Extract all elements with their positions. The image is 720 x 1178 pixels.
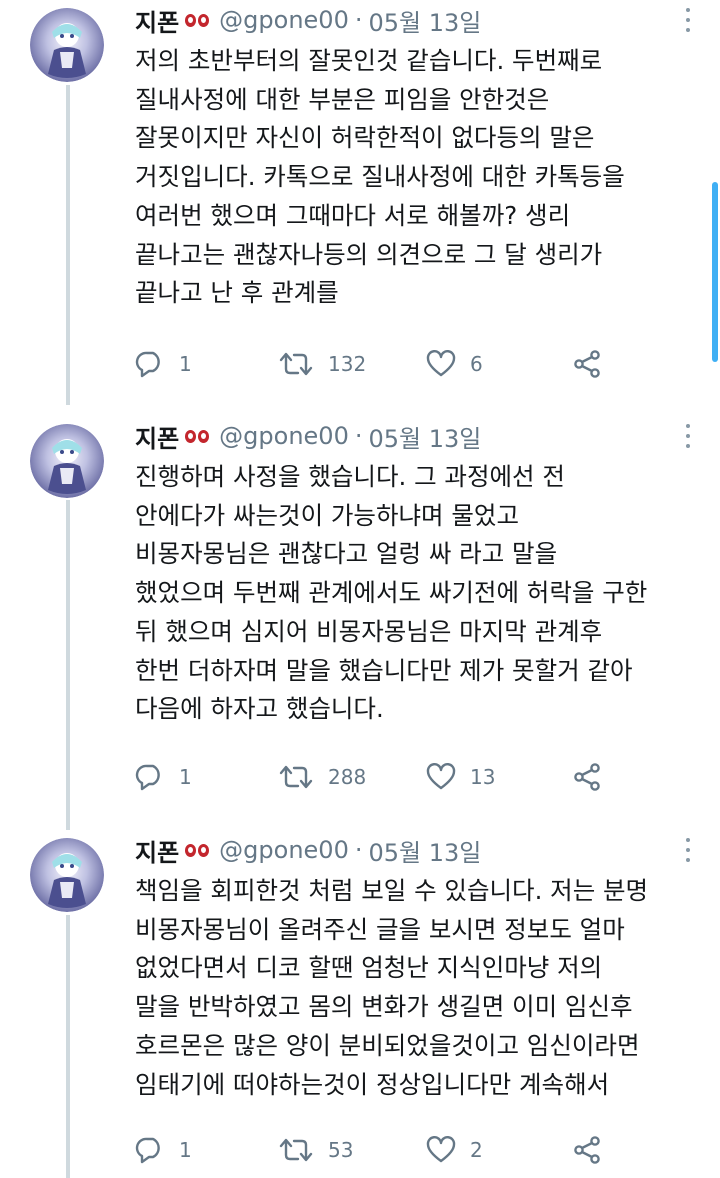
retweet-icon [278,763,314,791]
reply-icon [135,350,165,378]
retweet-button[interactable]: 132 [278,344,366,384]
reply-button[interactable]: 1 [135,344,192,384]
more-options-icon[interactable] [684,838,692,862]
tweet-header: 지폰 @gpone00 · 05월 13일 [135,416,481,456]
eyes-emoji-icon [185,429,210,443]
retweet-count: 132 [328,352,367,376]
avatar[interactable] [30,838,104,912]
reply-count: 1 [179,352,192,376]
like-count: 2 [470,1138,483,1162]
separator: · [354,836,363,864]
share-icon [572,762,602,792]
reply-icon [135,763,165,791]
reply-button[interactable]: 1 [135,1130,192,1170]
reply-button[interactable]: 1 [135,757,192,797]
like-count: 13 [470,765,496,789]
reply-count: 1 [179,765,192,789]
tweet-actions: 1 53 2 [135,1130,605,1170]
tweet[interactable]: 지폰 @gpone00 · 05월 13일 저의 초반부터의 잘못인것 같습니다… [0,0,720,405]
tweet-header: 지폰 @gpone00 · 05월 13일 [135,0,481,40]
share-icon [572,1135,602,1165]
more-options-icon[interactable] [684,424,692,448]
heart-icon [426,763,456,791]
avatar[interactable] [30,8,104,82]
share-button[interactable] [572,344,602,384]
tweet-actions: 1 288 13 [135,757,605,797]
tweet[interactable]: 지폰 @gpone00 · 05월 13일 진행하며 사정을 했습니다. 그 과… [0,416,720,821]
separator: · [354,6,363,34]
retweet-button[interactable]: 288 [278,757,366,797]
tweet-actions: 1 132 6 [135,344,605,384]
separator: · [354,422,363,450]
tweet-date[interactable]: 05월 13일 [368,833,481,868]
share-button[interactable] [572,1130,602,1170]
eyes-emoji-icon [185,13,210,27]
user-handle[interactable]: @gpone00 [219,6,349,34]
like-button[interactable]: 2 [426,1130,483,1170]
like-button[interactable]: 13 [426,757,495,797]
share-button[interactable] [572,757,602,797]
display-name[interactable]: 지폰 [135,419,179,454]
display-name[interactable]: 지폰 [135,3,179,38]
tweet-header: 지폰 @gpone00 · 05월 13일 [135,830,481,870]
tweet-date[interactable]: 05월 13일 [368,419,481,454]
user-handle[interactable]: @gpone00 [219,836,349,864]
tweet-text: 진행하며 사정을 했습니다. 그 과정에선 전 안에다가 싸는것이 가능하냐며 … [135,462,648,724]
retweet-count: 288 [328,765,367,789]
display-name[interactable]: 지폰 [135,833,179,868]
tweet-date[interactable]: 05월 13일 [368,3,481,38]
tweet[interactable]: 지폰 @gpone00 · 05월 13일 책임을 회피한것 처럼 보일 수 있… [0,830,720,1178]
retweet-count: 53 [328,1138,354,1162]
avatar[interactable] [30,424,104,498]
retweet-button[interactable]: 53 [278,1130,353,1170]
like-count: 6 [470,352,483,376]
heart-icon [426,350,456,378]
heart-icon [426,1136,456,1164]
reply-icon [135,1136,165,1164]
more-options-icon[interactable] [684,8,692,32]
eyes-emoji-icon [185,843,210,857]
timeline: 지폰 @gpone00 · 05월 13일 저의 초반부터의 잘못인것 같습니다… [0,0,720,1178]
like-button[interactable]: 6 [426,344,483,384]
retweet-icon [278,1136,314,1164]
scrollbar[interactable] [712,182,718,362]
retweet-icon [278,350,314,378]
user-handle[interactable]: @gpone00 [219,422,349,450]
share-icon [572,349,602,379]
tweet-text: 책임을 회피한것 처럼 보일 수 있습니다. 저는 분명 비몽자몽님이 올려주신… [135,876,649,1099]
reply-count: 1 [179,1138,192,1162]
tweet-text: 저의 초반부터의 잘못인것 같습니다. 두번째로 질내사정에 대한 부분은 피임… [135,46,625,308]
